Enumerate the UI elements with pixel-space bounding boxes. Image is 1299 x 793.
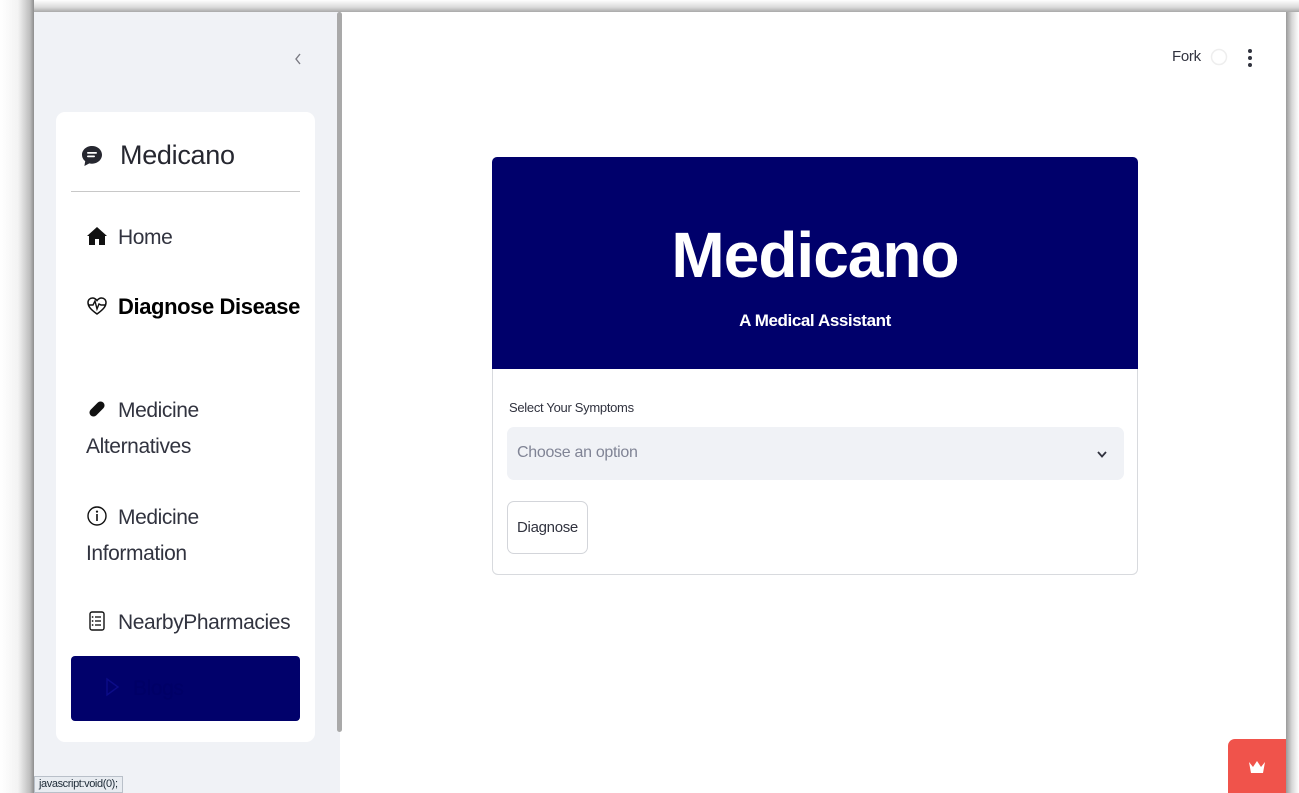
sidebar-item-label: Home: [118, 226, 173, 249]
capsule-icon: [89, 401, 105, 417]
list-icon: [89, 611, 105, 631]
symptoms-label: Select Your Symptoms: [509, 400, 634, 415]
sidebar-item-label: Diagnose Disease: [118, 294, 300, 319]
symptoms-select[interactable]: Choose an option: [507, 427, 1124, 480]
play-icon: [106, 677, 120, 697]
github-icon[interactable]: [1210, 48, 1228, 66]
sidebar-item-nearby-pharmacies[interactable]: NearbyPharmacies: [86, 605, 300, 641]
house-icon: [87, 227, 107, 245]
chevron-left-icon: [295, 53, 301, 65]
more-menu-icon[interactable]: [1240, 46, 1260, 70]
streamlit-badge[interactable]: [1228, 739, 1286, 793]
sidebar-item-home[interactable]: Home: [86, 220, 300, 256]
hero-subtitle: A Medical Assistant: [739, 311, 891, 330]
brand-title: Medicano: [120, 140, 235, 170]
chat-bubble-icon: [82, 145, 102, 166]
hero-title: Medicano: [671, 219, 959, 291]
window-shadow-top: [34, 0, 1299, 12]
sidebar-item-diagnose-disease[interactable]: Diagnose Disease: [86, 285, 300, 329]
sidebar-item-blogs[interactable]: Blogs: [71, 656, 300, 721]
sidebar-item-label: NearbyPharmacies: [118, 611, 291, 634]
hero-banner: Medicano A Medical Assistant: [492, 157, 1138, 369]
window-shadow-left: [0, 0, 34, 793]
heart-pulse-icon: [87, 297, 107, 315]
symptoms-select-placeholder: Choose an option: [517, 444, 638, 461]
sidebar-item-medicine-alternatives[interactable]: Medicine Alternatives: [86, 393, 300, 465]
window-shadow-right: [1286, 12, 1299, 793]
brand-divider: [71, 191, 300, 192]
crown-icon: [1249, 761, 1265, 773]
sidebar-scrollbar[interactable]: [337, 12, 342, 732]
sidebar-brand: Medicano: [80, 140, 235, 171]
fork-button[interactable]: Fork: [1172, 48, 1201, 65]
chevron-down-icon: [1097, 451, 1107, 458]
sidebar-item-medicine-information[interactable]: Medicine Information: [86, 500, 300, 572]
info-circle-icon: [87, 506, 107, 526]
diagnose-button[interactable]: Diagnose: [507, 501, 588, 554]
collapse-sidebar-button[interactable]: [289, 48, 307, 70]
sidebar-item-label: Blogs: [133, 677, 184, 700]
link-status-tooltip: javascript:void(0);: [34, 776, 123, 793]
